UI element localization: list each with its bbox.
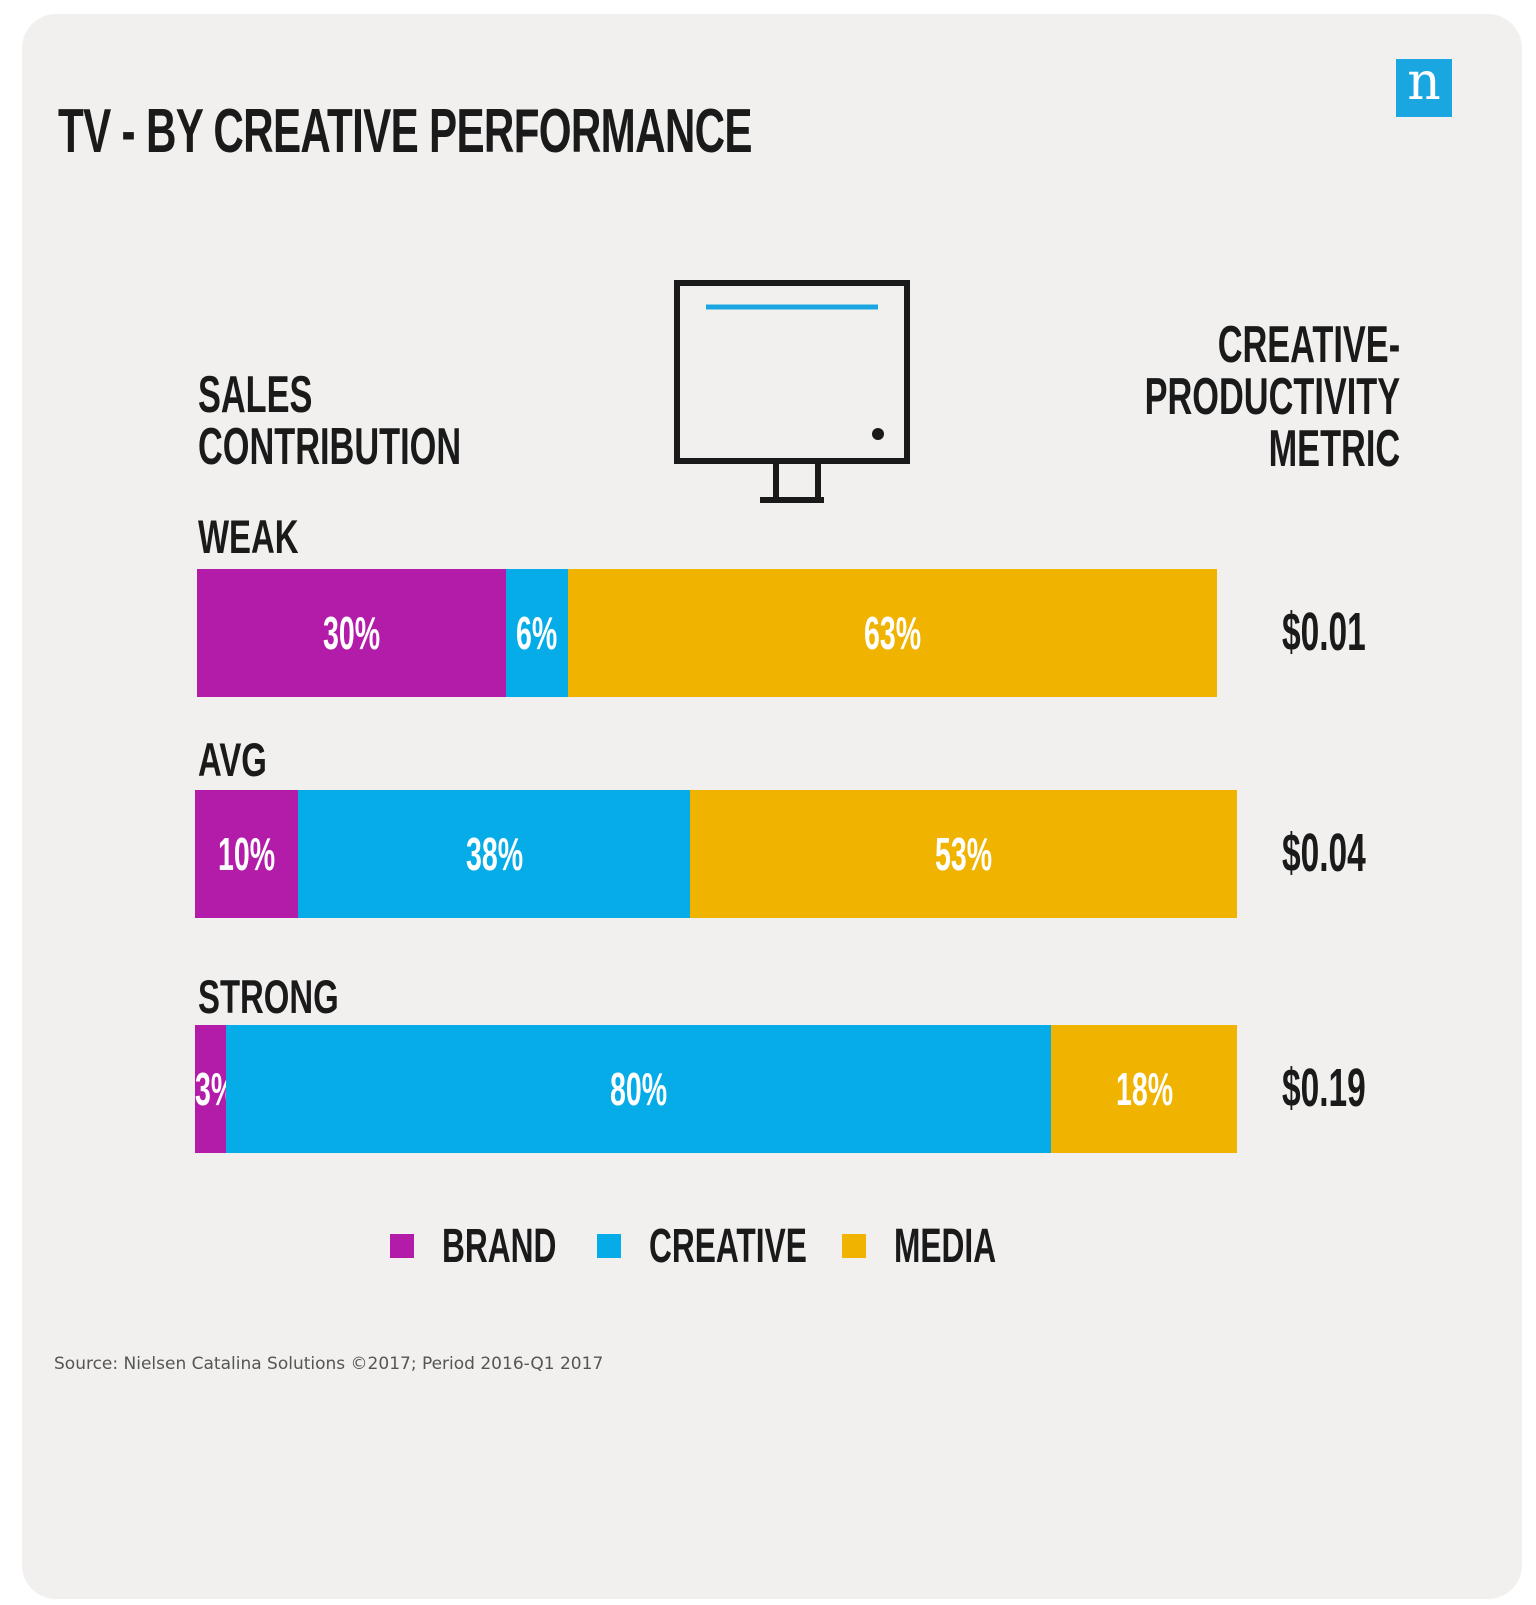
legend-label-media: MEDIA	[894, 1220, 997, 1273]
data-label-creative-avg: 38%	[465, 828, 523, 880]
data-label-media-avg: 53%	[935, 828, 993, 880]
legend-swatch-brand	[390, 1234, 414, 1258]
legend-label-creative: CREATIVE	[649, 1220, 807, 1273]
legend-swatch-media	[842, 1234, 866, 1258]
sales-header-line-1: SALES	[198, 366, 313, 424]
cpm-header-line-3: METRIC	[1268, 420, 1400, 478]
metric-strong: $0.19	[1282, 1058, 1366, 1118]
source-note: Source: Nielsen Catalina Solutions ©2017…	[54, 1354, 604, 1374]
cpm-header-line-1: CREATIVE-	[1217, 316, 1400, 374]
row-label-avg: AVG	[198, 733, 267, 786]
cpm-header-line-2: PRODUCTIVITY	[1144, 368, 1400, 426]
legend-label-brand: BRAND	[442, 1220, 557, 1273]
bar-weak: 30% 6% 63%	[197, 569, 1217, 697]
legend-swatch-creative	[597, 1234, 621, 1258]
tv-icon	[674, 280, 910, 503]
data-label-creative-weak: 6%	[516, 607, 558, 659]
sales-contribution-header: SALES CONTRIBUTION	[198, 369, 461, 473]
data-label-media-strong: 18%	[1115, 1063, 1173, 1115]
chart-title: TV - BY CREATIVE PERFORMANCE	[58, 97, 753, 166]
sales-header-line-2: CONTRIBUTION	[198, 418, 462, 476]
metric-avg: $0.04	[1282, 823, 1366, 883]
data-label-creative-strong: 80%	[610, 1063, 668, 1115]
metric-weak: $0.01	[1282, 602, 1366, 662]
nielsen-logo: n	[1396, 56, 1452, 117]
chart-card: TV - BY CREATIVE PERFORMANCE n SALES CON…	[22, 14, 1522, 1599]
creative-productivity-header: CREATIVE- PRODUCTIVITY METRIC	[1144, 319, 1400, 475]
bar-strong: 3% 80% 18%	[195, 1025, 1237, 1153]
data-label-brand-avg: 10%	[218, 828, 276, 880]
bar-avg: 10% 38% 53%	[195, 790, 1237, 918]
data-label-media-weak: 63%	[863, 607, 921, 659]
row-label-strong: STRONG	[198, 970, 339, 1023]
row-label-weak: WEAK	[198, 510, 299, 563]
data-label-brand-weak: 30%	[323, 607, 381, 659]
